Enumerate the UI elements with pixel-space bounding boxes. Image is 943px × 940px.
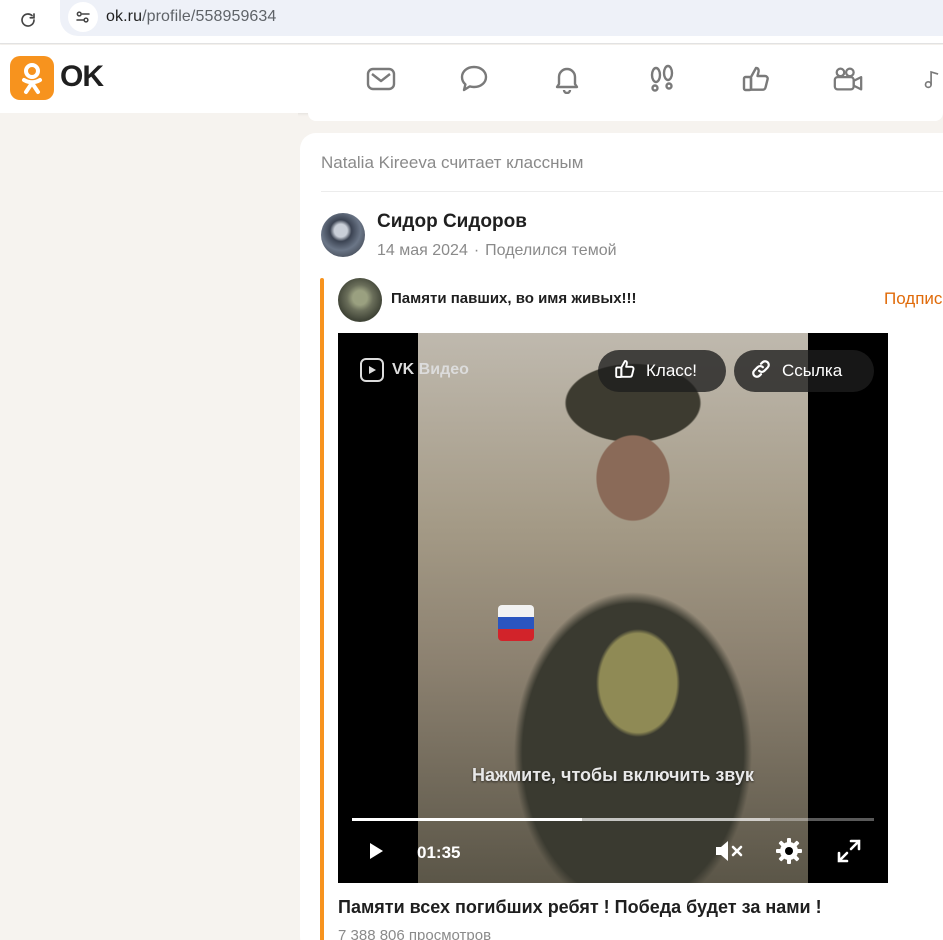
- avatar[interactable]: [321, 213, 365, 257]
- mail-icon[interactable]: [365, 63, 397, 95]
- post-meta: 14 мая 2024 · Поделился темой: [377, 242, 617, 260]
- meta-separator: ·: [473, 242, 480, 259]
- video-title[interactable]: Памяти всех погибших ребят ! Победа буде…: [338, 897, 822, 918]
- progress-bar[interactable]: [352, 818, 874, 821]
- music-note-icon[interactable]: [922, 63, 943, 95]
- link-label: Ссылка: [782, 361, 843, 380]
- settings-gear-icon[interactable]: [773, 835, 805, 867]
- url-host: ok.ru: [106, 8, 143, 25]
- group-title[interactable]: Памяти павших, во имя живых!!!: [391, 290, 637, 307]
- progress-played: [352, 818, 582, 821]
- url-path: /profile/558959634: [142, 8, 277, 25]
- footprints-icon[interactable]: [646, 63, 678, 95]
- subscribe-button[interactable]: Подпис: [884, 289, 942, 309]
- unmute-hint[interactable]: Нажмите, чтобы включить звук: [338, 765, 888, 786]
- author-name[interactable]: Сидор Сидоров: [377, 211, 527, 233]
- feed-card: Natalia Kireeva считает классным Сидор С…: [300, 133, 943, 940]
- browser-toolbar: ok.ru/profile/558959634: [0, 0, 943, 44]
- divider: [321, 191, 943, 192]
- site-header: OK: [0, 45, 943, 113]
- video-time: 01:35: [417, 843, 461, 862]
- chat-icon[interactable]: [458, 63, 490, 95]
- vk-video-logo: VK Видео: [360, 358, 469, 382]
- share-accent-bar: [320, 278, 324, 940]
- video-camera-icon[interactable]: [832, 63, 864, 95]
- liker-line[interactable]: Natalia Kireeva считает классным: [321, 153, 583, 173]
- group-avatar[interactable]: [338, 278, 382, 322]
- thumbs-up-icon[interactable]: [740, 63, 772, 95]
- video-player[interactable]: VK Видео Класс! Ссылка Нажмите, чтобы вк…: [338, 333, 888, 883]
- vk-video-icon: [360, 358, 384, 382]
- site-settings-icon[interactable]: [68, 2, 98, 32]
- view-count: 7 388 806 просмотров: [338, 927, 492, 940]
- link-icon: [750, 358, 772, 385]
- bell-icon[interactable]: [551, 63, 583, 95]
- flag-patch: [498, 605, 534, 641]
- link-button[interactable]: Ссылка: [734, 350, 874, 392]
- video-frame: [418, 333, 808, 883]
- reload-icon[interactable]: [14, 6, 42, 34]
- fullscreen-icon[interactable]: [833, 835, 865, 867]
- post-date[interactable]: 14 мая 2024: [377, 242, 468, 259]
- ok-logo-icon[interactable]: [10, 56, 54, 100]
- vk-video-brand-text: VK Видео: [392, 361, 469, 378]
- previous-feed-card-edge: [308, 113, 943, 121]
- post-action: Поделился темой: [485, 242, 617, 259]
- ok-wordmark[interactable]: OK: [60, 60, 104, 94]
- like-label: Класс!: [646, 361, 697, 380]
- play-icon[interactable]: [360, 835, 392, 867]
- address-bar[interactable]: ok.ru/profile/558959634: [60, 0, 943, 36]
- thumbs-up-icon: [614, 358, 636, 385]
- like-button[interactable]: Класс!: [598, 350, 726, 392]
- left-column: [0, 113, 298, 940]
- url-text[interactable]: ok.ru/profile/558959634: [106, 8, 276, 26]
- mute-icon[interactable]: [713, 835, 745, 867]
